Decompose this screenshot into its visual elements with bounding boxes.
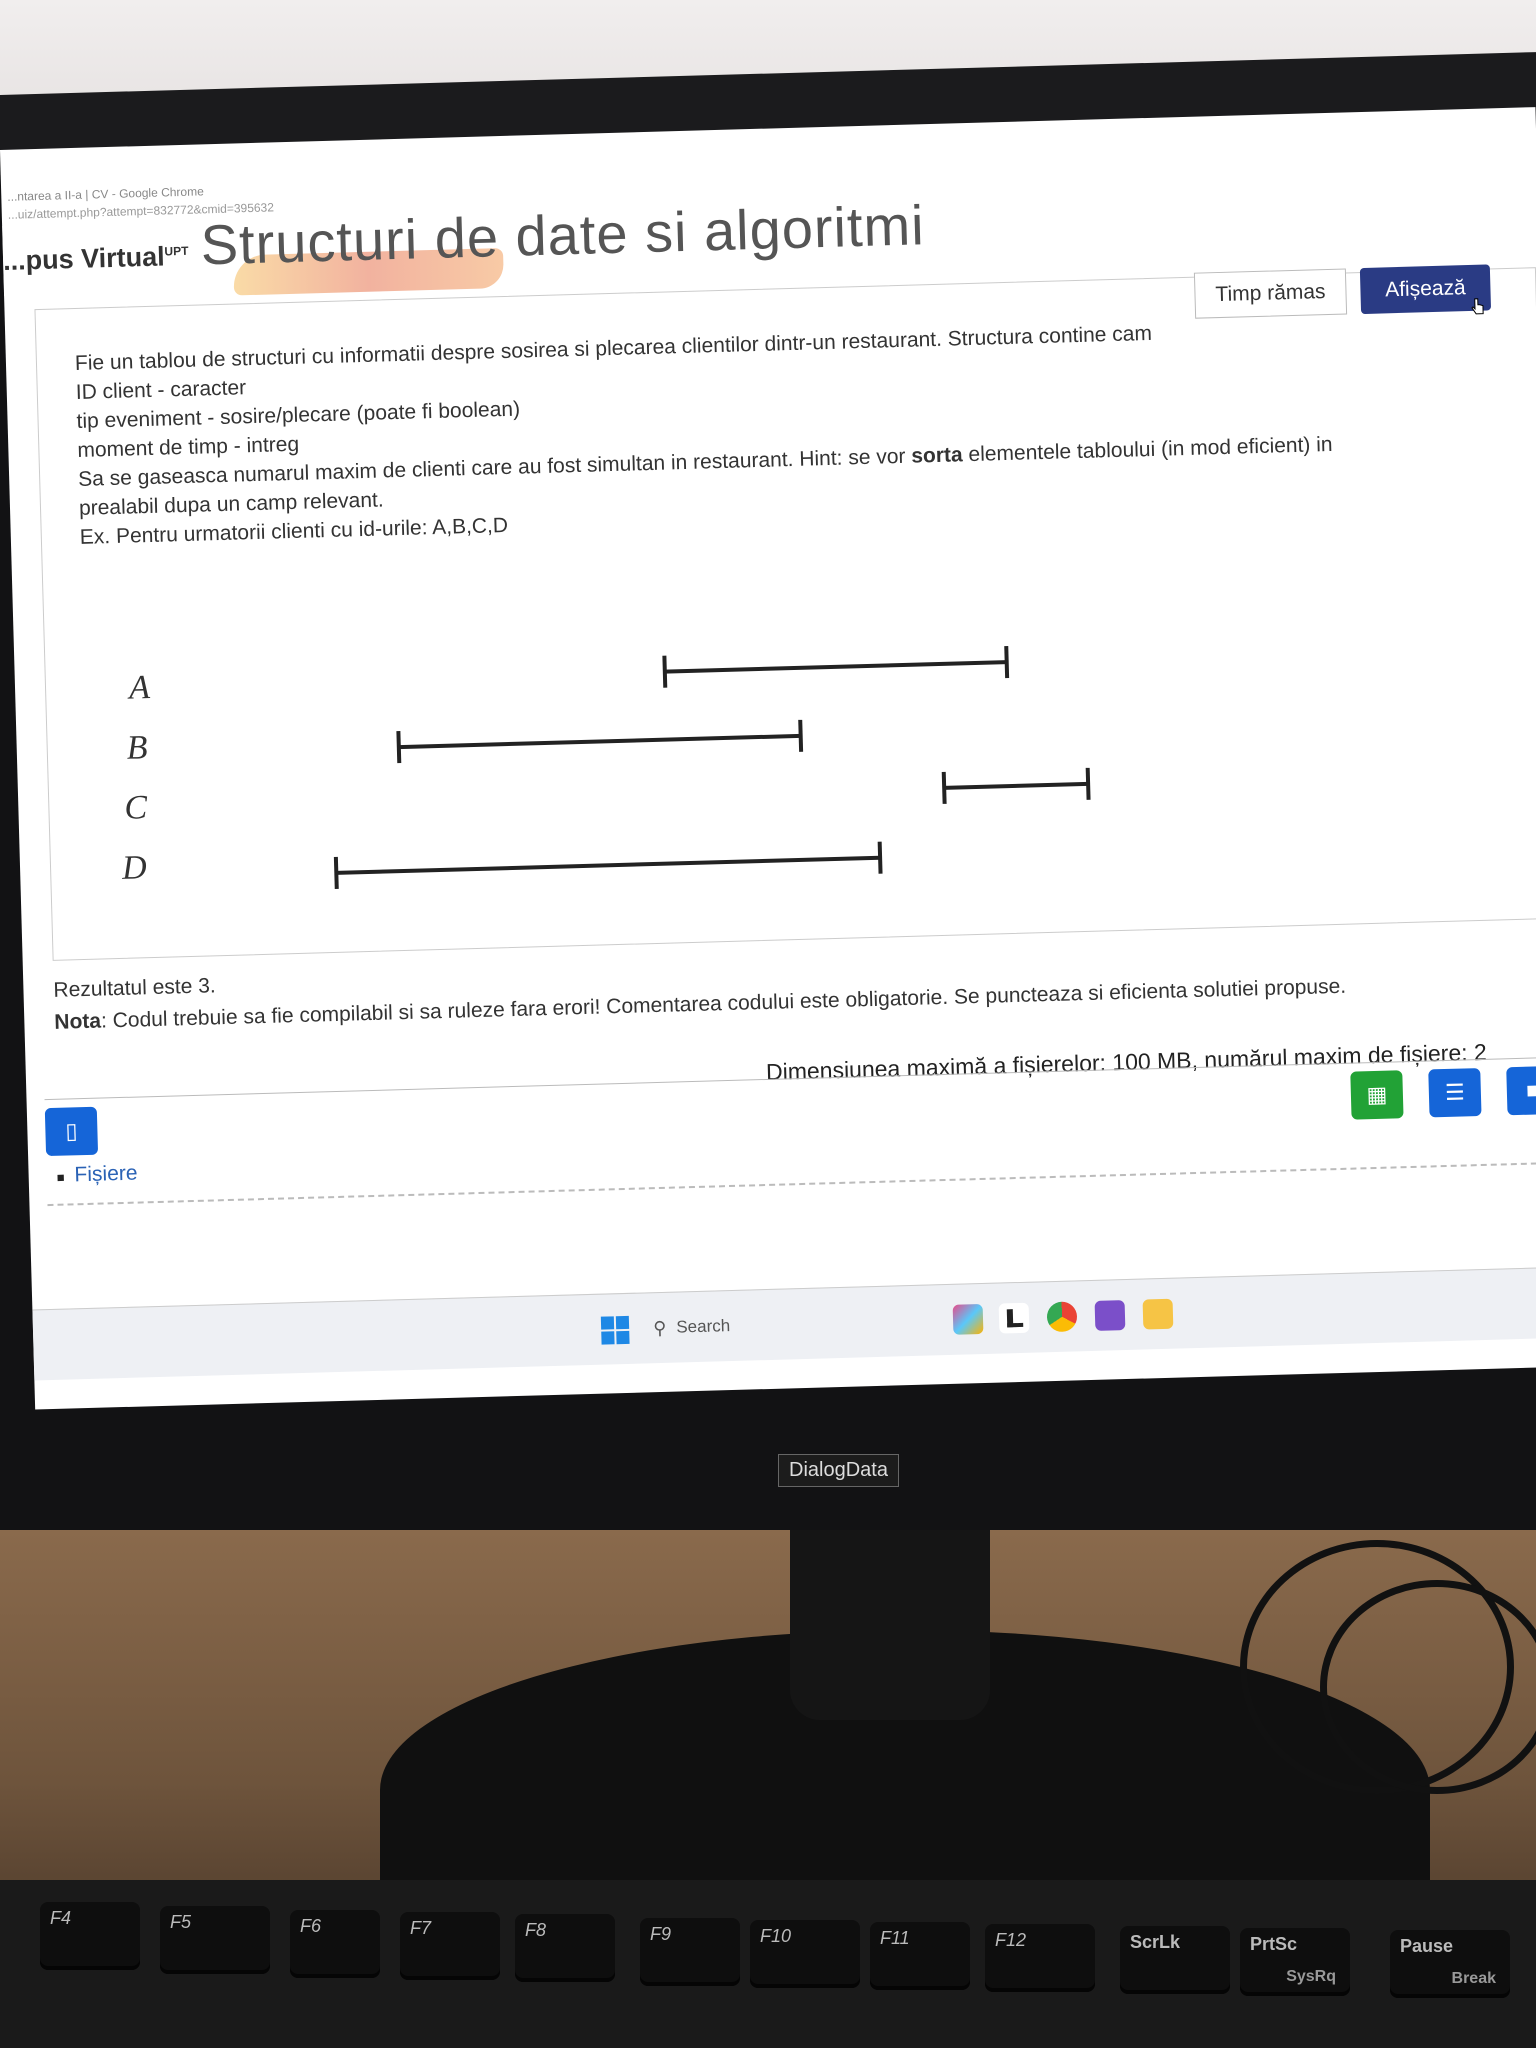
key-label: ScrLk — [1130, 1932, 1181, 1952]
tree-view-button[interactable]: ■ — [1506, 1065, 1536, 1116]
chrome-icon[interactable] — [1046, 1301, 1078, 1333]
interval-diagram: A B C D — [83, 587, 1191, 918]
add-file-button[interactable]: ▯ — [44, 1106, 99, 1157]
search-icon: ⚲ — [652, 1317, 667, 1338]
key-f5[interactable]: F5 — [160, 1906, 270, 1974]
terminal-icon[interactable] — [998, 1302, 1030, 1334]
interval-diagram-svg: A B C D — [121, 646, 1091, 889]
key-label: F5 — [170, 1912, 192, 1932]
note-text: Nota: Codul trebuie sa fie compilabil si… — [54, 969, 1536, 1035]
interval-b — [396, 719, 804, 764]
start-button[interactable] — [600, 1315, 630, 1345]
key-sublabel: Break — [1451, 1970, 1496, 1987]
key-f10[interactable]: F10 — [750, 1920, 860, 1988]
list-icon: ☰ — [1444, 1079, 1466, 1106]
files-folder-link[interactable]: ■ Fișiere — [56, 1162, 138, 1188]
client-label-d: D — [121, 849, 148, 887]
key-label: F7 — [410, 1918, 432, 1938]
key-label: F12 — [995, 1930, 1027, 1950]
key-f4[interactable]: F4 — [40, 1902, 140, 1970]
interval-d — [333, 841, 883, 889]
grid-view-button[interactable]: ▦ — [1350, 1070, 1404, 1120]
key-prtsc[interactable]: PrtSc SysRq — [1240, 1928, 1350, 1996]
key-label: F8 — [525, 1920, 547, 1940]
keyboard: F4 F5 F6 F7 F8 F9 F10 F11 F12 ScrLk PrtS… — [0, 1880, 1536, 2048]
interval-a — [662, 646, 1010, 688]
windows-logo-icon — [600, 1316, 615, 1330]
key-label: F4 — [50, 1908, 72, 1928]
key-f6[interactable]: F6 — [290, 1910, 380, 1978]
site-brand[interactable]: ...pus VirtualUPT — [3, 241, 189, 277]
timer-remaining-label: Timp rămas — [1193, 268, 1348, 319]
monitor-brand-logo: DialogData — [778, 1454, 899, 1487]
brand-sup: UPT — [164, 243, 189, 259]
result-text: Rezultatul este 3. — [53, 974, 217, 1002]
taskbar-search[interactable]: ⚲ Search — [653, 1306, 844, 1345]
key-label: F10 — [760, 1926, 792, 1946]
file-explorer-icon[interactable] — [1142, 1298, 1174, 1330]
key-pause[interactable]: Pause Break — [1390, 1930, 1510, 1998]
key-label: F11 — [880, 1928, 910, 1948]
client-label-a: A — [127, 669, 151, 707]
question-bold-word: sorta — [910, 443, 963, 468]
windows-logo-icon — [615, 1315, 630, 1330]
key-label: PrtSc — [1250, 1934, 1298, 1954]
file-drop-zone[interactable] — [47, 1161, 1536, 1287]
folder-toggle-icon: ■ — [56, 1169, 65, 1185]
windows-logo-icon — [616, 1330, 630, 1345]
key-label: F6 — [300, 1916, 322, 1936]
grid-icon: ▦ — [1366, 1081, 1388, 1108]
brand-name: ...pus Virtual — [2, 241, 166, 276]
key-label: F9 — [650, 1924, 672, 1944]
monitor-screen: ...ntarea a II-a | CV - Google Chrome ..… — [0, 107, 1536, 1410]
key-f7[interactable]: F7 — [400, 1912, 500, 1980]
interval-c — [941, 767, 1091, 804]
windows-taskbar: ⚲ Search — [32, 1266, 1536, 1381]
file-icon: ▯ — [65, 1118, 78, 1144]
file-picker-panel: ▯ ■ Fișiere ▦ ☰ ■ — [44, 1056, 1536, 1287]
key-label: Pause — [1400, 1936, 1454, 1956]
folder-icon: ■ — [1525, 1077, 1536, 1103]
note-label: Nota — [54, 1009, 102, 1034]
visual-studio-icon[interactable] — [1094, 1300, 1126, 1331]
copilot-icon[interactable] — [952, 1304, 984, 1335]
key-f8[interactable]: F8 — [515, 1914, 615, 1982]
key-f12[interactable]: F12 — [985, 1924, 1095, 1992]
windows-logo-icon — [601, 1331, 615, 1345]
question-text: Fie un tablou de structuri cu informatii… — [75, 309, 1500, 552]
taskbar-search-label: Search — [676, 1316, 731, 1337]
key-scrlk[interactable]: ScrLk — [1120, 1926, 1230, 1994]
note-body: : Codul trebuie sa fie compilabil si sa … — [100, 974, 1347, 1033]
key-f9[interactable]: F9 — [640, 1918, 740, 1986]
key-f11[interactable]: F11 — [870, 1922, 970, 1990]
key-sublabel: SysRq — [1286, 1968, 1336, 1985]
client-label-b: B — [126, 729, 148, 767]
client-label-c: C — [124, 789, 148, 827]
monitor-stand-neck — [790, 1530, 990, 1720]
hand-cursor-icon — [1471, 298, 1484, 315]
list-view-button[interactable]: ☰ — [1428, 1068, 1482, 1118]
files-link-label: Fișiere — [74, 1161, 138, 1187]
